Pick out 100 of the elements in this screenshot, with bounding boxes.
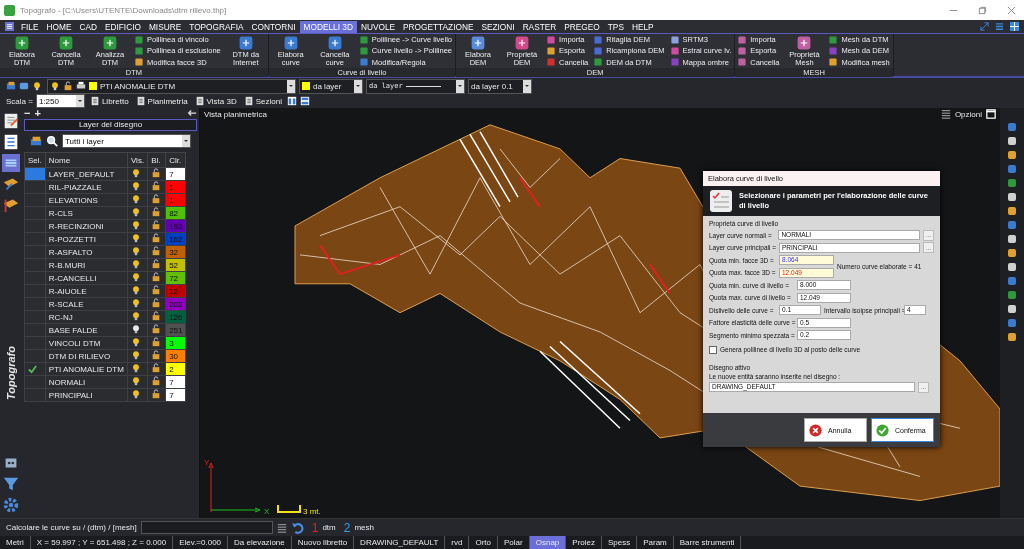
menu-tab[interactable]: TOPOGRAFIA — [185, 20, 248, 33]
lock-icon[interactable] — [151, 233, 162, 243]
bulb-icon[interactable] — [130, 389, 141, 399]
bulb-icon[interactable] — [130, 363, 141, 373]
status-item[interactable]: Orto — [469, 536, 499, 549]
lock-icon[interactable] — [151, 259, 162, 269]
lock-icon[interactable] — [151, 324, 162, 334]
status-item[interactable]: Da elevazione — [228, 536, 292, 549]
list-icon[interactable] — [276, 522, 287, 533]
search-icon[interactable] — [46, 135, 58, 147]
command-input[interactable] — [140, 521, 273, 534]
lock-icon[interactable] — [151, 168, 162, 178]
lock-icon[interactable] — [151, 389, 162, 399]
menu-tab[interactable]: NUVOLE — [356, 20, 400, 33]
collapse-button[interactable]: − — [24, 108, 31, 118]
view-button[interactable]: Vista 3D — [192, 96, 239, 106]
restore-icon[interactable] — [978, 5, 987, 15]
grid-icon[interactable] — [1010, 22, 1019, 31]
notepad-icon[interactable] — [2, 112, 20, 130]
bulb-icon[interactable] — [130, 376, 141, 386]
bulb-icon[interactable] — [130, 350, 141, 360]
option-number[interactable]: 2 — [343, 520, 351, 535]
menu-tab[interactable]: SEZIONI — [477, 20, 519, 33]
list-icon[interactable] — [995, 22, 1004, 31]
status-item[interactable]: Spess — [602, 536, 638, 549]
layer-dropdown[interactable]: PTI ANOMALIE DTM — [47, 78, 296, 94]
lock-icon[interactable] — [151, 246, 162, 256]
status-item[interactable]: X = 59.997 ; Y = 651.498 ; Z = 0.000 — [30, 536, 174, 549]
status-item[interactable]: Elev.=0.000 — [173, 536, 229, 549]
menu-tab[interactable]: MISURE — [144, 20, 186, 33]
menu-tab[interactable]: HELP — [627, 20, 658, 33]
bulb-icon[interactable] — [130, 220, 141, 230]
view-button[interactable]: Sezioni — [241, 96, 284, 106]
lock-icon[interactable] — [151, 311, 162, 321]
lineweight-dropdown[interactable]: da layer 0.1 — [468, 78, 532, 94]
status-item[interactable]: Proiez — [566, 536, 602, 549]
status-item[interactable]: Param — [637, 536, 674, 549]
expand-icon[interactable] — [980, 22, 989, 31]
lock-icon[interactable] — [151, 181, 162, 191]
menu-tab[interactable]: RASTER — [518, 20, 561, 33]
menu-tab[interactable]: CONTORNI — [247, 20, 300, 33]
bulb-icon[interactable] — [130, 298, 141, 308]
close-icon[interactable] — [1007, 5, 1016, 15]
lock-icon[interactable] — [151, 194, 162, 204]
layer-filter-dropdown[interactable]: Tutti i layer — [62, 134, 191, 148]
status-item[interactable]: Osnap — [529, 536, 567, 549]
bulb-icon[interactable] — [130, 272, 141, 282]
status-item[interactable]: Barre strumenti — [673, 536, 742, 549]
layers-icon[interactable] — [30, 135, 42, 147]
option-label[interactable]: dtm — [322, 523, 336, 532]
filter-icon[interactable] — [2, 475, 20, 493]
status-item[interactable]: rvd — [445, 536, 470, 549]
pin-arrow-icon[interactable] — [187, 108, 197, 118]
option-label[interactable]: mesh — [354, 523, 374, 532]
bulb-icon[interactable] — [130, 168, 141, 178]
menu-tab[interactable]: TPS — [603, 20, 628, 33]
bulb-icon[interactable] — [130, 285, 141, 295]
bulb-icon[interactable] — [32, 81, 42, 91]
lock-icon[interactable] — [151, 220, 162, 230]
view-button[interactable]: Libretto — [87, 96, 131, 106]
menu-tab[interactable]: CAD — [75, 20, 101, 33]
bulb-icon[interactable] — [130, 324, 141, 334]
rows-icon[interactable] — [299, 96, 310, 106]
status-item[interactable]: Polar — [498, 536, 530, 549]
menu-tab[interactable]: PREGEO — [560, 20, 604, 33]
menu-tab[interactable]: MODELLI 3D — [299, 20, 357, 33]
bulb-icon[interactable] — [130, 194, 141, 204]
lock-icon[interactable] — [151, 285, 162, 295]
window-icon[interactable] — [986, 109, 996, 119]
bulb-icon[interactable] — [130, 337, 141, 347]
menu-tab[interactable]: FILE — [17, 20, 43, 33]
options-label[interactable]: Opzioni — [954, 109, 982, 119]
menu-icon[interactable] — [5, 22, 14, 31]
status-item[interactable]: DRAWING_DEFAULT — [354, 536, 446, 549]
layers-icon[interactable] — [6, 81, 16, 91]
lock-icon[interactable] — [151, 207, 162, 217]
menu-tab[interactable]: EDIFICIO — [100, 20, 145, 33]
scale-dropdown[interactable]: 1:250 — [35, 94, 85, 108]
menu-icon[interactable] — [940, 109, 951, 119]
menu-tab[interactable]: HOME — [42, 20, 76, 33]
bulb-icon[interactable] — [130, 246, 141, 256]
view-button[interactable]: Planimetria — [133, 96, 190, 106]
undo-icon[interactable] — [290, 521, 304, 534]
columns-icon[interactable] — [286, 96, 297, 106]
lock-icon[interactable] — [151, 298, 162, 308]
stack-icon[interactable] — [19, 81, 29, 91]
settings-icon[interactable] — [2, 496, 20, 514]
lock-icon[interactable] — [151, 337, 162, 347]
checklist-icon[interactable] — [2, 133, 20, 151]
lock-icon[interactable] — [151, 376, 162, 386]
expand-button[interactable]: + — [34, 108, 41, 118]
menu-tab[interactable]: PROGETTAZIONE — [399, 20, 478, 33]
bulb-icon[interactable] — [130, 259, 141, 269]
status-item[interactable]: Metri — [0, 536, 31, 549]
lock-icon[interactable] — [151, 350, 162, 360]
bulb-icon[interactable] — [130, 233, 141, 243]
bulb-icon[interactable] — [130, 207, 141, 217]
color-dropdown[interactable]: da layer — [299, 78, 363, 94]
status-item[interactable]: Nuovo libretto — [291, 536, 355, 549]
lock-icon[interactable] — [151, 363, 162, 373]
